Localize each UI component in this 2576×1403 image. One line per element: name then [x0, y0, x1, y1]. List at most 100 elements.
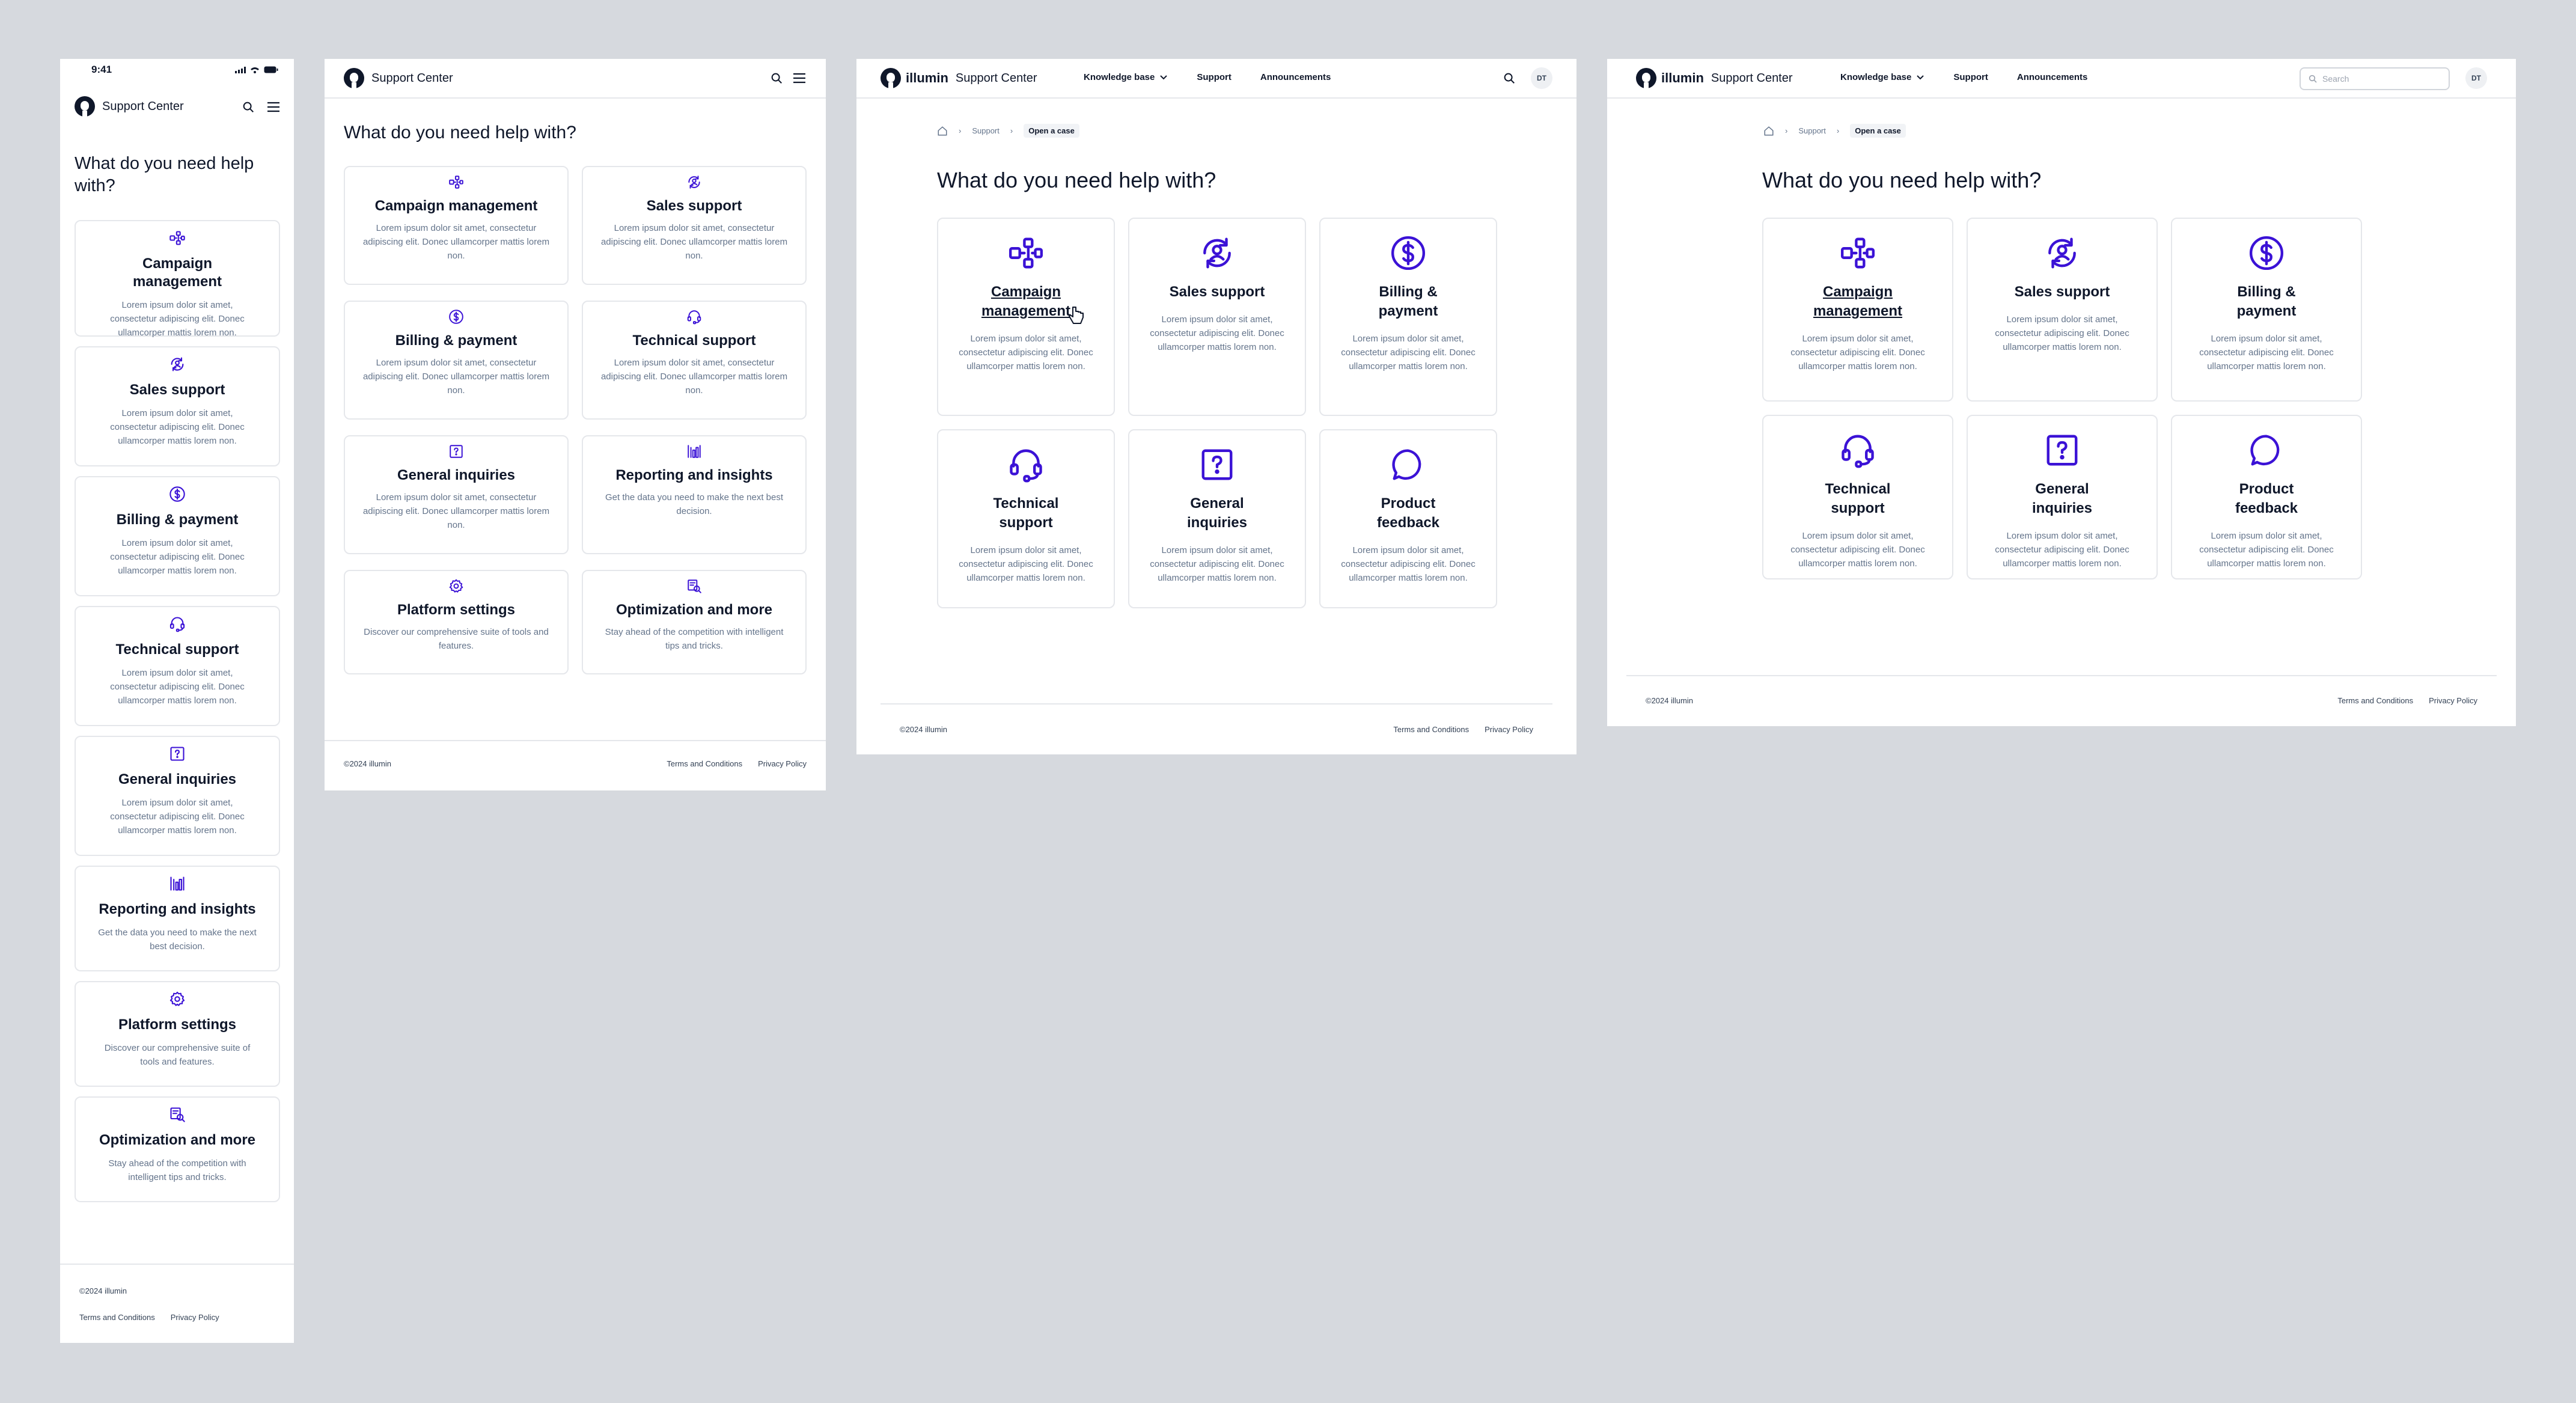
breadcrumb-support[interactable]: Support	[1798, 126, 1826, 135]
search-icon[interactable]	[241, 100, 255, 114]
headset-icon	[600, 309, 789, 325]
category-card[interactable]: Billing & payment Lorem ipsum dolor sit a…	[75, 476, 280, 596]
category-card[interactable]: Optimization and more Stay ahead of the c…	[582, 570, 807, 674]
footer-links: Terms and Conditions Privacy Policy	[1393, 725, 1533, 734]
category-card[interactable]: Billing & payment Lorem ipsum dolor sit a…	[2171, 218, 2362, 402]
category-card[interactable]: Sales support Lorem ipsum dolor sit amet,…	[1128, 218, 1306, 416]
category-card[interactable]: Campaign management Lorem ipsum dolor sit…	[75, 220, 280, 338]
category-title: Sales support	[646, 198, 742, 214]
category-description: Get the data you need to make the next b…	[605, 492, 784, 516]
category-title: Billing & payment	[1378, 284, 1438, 319]
terms-link[interactable]: Terms and Conditions	[667, 759, 742, 768]
headset-icon	[1778, 432, 1938, 469]
privacy-link[interactable]: Privacy Policy	[171, 1313, 219, 1322]
category-description: Lorem ipsum dolor sit amet, consectetur …	[1995, 314, 2129, 352]
app-name: Support Center	[1711, 71, 1793, 85]
brand-name: illumin	[1661, 70, 1704, 85]
nav-label: Knowledge base	[1840, 72, 1912, 82]
privacy-link[interactable]: Privacy Policy	[1485, 725, 1533, 734]
app-name: Support Center	[371, 71, 453, 85]
nav-support[interactable]: Support	[1953, 72, 1988, 82]
chevron-down-icon	[1160, 75, 1168, 79]
logo[interactable]: illumin Support Center	[1636, 68, 1793, 90]
dollar-icon	[97, 486, 257, 503]
breadcrumb-support[interactable]: Support	[972, 126, 1000, 135]
chart-icon	[97, 875, 257, 892]
category-description: Lorem ipsum dolor sit amet, consectetur …	[600, 223, 788, 261]
category-card[interactable]: Sales support Lorem ipsum dolor sit amet,…	[1967, 218, 2158, 402]
campaign-icon	[362, 174, 551, 190]
category-description: Lorem ipsum dolor sit amet, consectetur …	[1150, 314, 1284, 352]
category-title: Technical support	[632, 332, 756, 349]
search-icon[interactable]	[769, 71, 784, 85]
logo[interactable]: illumin Support Center	[881, 68, 1037, 90]
brand-name: illumin	[906, 70, 948, 85]
avatar[interactable]: DT	[1531, 67, 1552, 89]
tablet-frame: Support Center What do you need help wit…	[325, 59, 826, 790]
category-card[interactable]: Platform settings Discover our comprehens…	[75, 981, 280, 1087]
sales-support-icon	[1982, 234, 2142, 272]
nav-knowledge-base[interactable]: Knowledge base	[1840, 72, 1924, 82]
category-card[interactable]: Optimization and more Stay ahead of the c…	[75, 1096, 280, 1202]
headset-icon	[953, 446, 1099, 483]
category-description: Lorem ipsum dolor sit amet, consectetur …	[2199, 531, 2334, 569]
breadcrumb: › Support › Open a case	[1763, 124, 1906, 138]
search-placeholder: Search	[2322, 74, 2349, 84]
category-card[interactable]: Reporting and insights Get the data you n…	[75, 866, 280, 971]
nav-announcements[interactable]: Announcements	[1260, 72, 1331, 82]
category-title: General inquiries	[118, 771, 237, 787]
campaign-icon	[97, 230, 257, 246]
category-card[interactable]: General inquiries Lorem ipsum dolor sit a…	[1967, 415, 2158, 579]
category-card[interactable]: Billing & payment Lorem ipsum dolor sit a…	[1319, 218, 1497, 416]
search-input[interactable]: Search	[2300, 67, 2450, 90]
copyright: ©2024 illumin	[1646, 696, 1693, 705]
category-card[interactable]: General inquiries Lorem ipsum dolor sit a…	[344, 435, 569, 554]
category-description: Lorem ipsum dolor sit amet, consectetur …	[959, 334, 1093, 371]
category-card[interactable]: Technical support Lorem ipsum dolor sit a…	[937, 429, 1115, 608]
nav-label: Knowledge base	[1084, 72, 1155, 82]
privacy-link[interactable]: Privacy Policy	[2429, 696, 2477, 705]
category-card[interactable]: General inquiries Lorem ipsum dolor sit a…	[75, 736, 280, 856]
category-card[interactable]: General inquiries Lorem ipsum dolor sit a…	[1128, 429, 1306, 608]
category-description: Lorem ipsum dolor sit amet, consectetur …	[600, 358, 788, 396]
avatar[interactable]: DT	[2465, 67, 2487, 89]
category-card[interactable]: Technical support Lorem ipsum dolor sit a…	[75, 606, 280, 726]
search-icon[interactable]	[1502, 71, 1516, 85]
category-card[interactable]: Technical support Lorem ipsum dolor sit a…	[1762, 415, 1953, 579]
terms-link[interactable]: Terms and Conditions	[1393, 725, 1469, 734]
mobile-frame: 9:41 Support Center What do you need hel…	[60, 59, 294, 1343]
category-title: General inquiries	[1186, 495, 1248, 531]
logo[interactable]: Support Center	[75, 96, 184, 118]
category-description: Lorem ipsum dolor sit amet, consectetur …	[1790, 334, 1925, 371]
category-card[interactable]: Campaign management Lorem ipsum dolor sit…	[937, 218, 1115, 416]
privacy-link[interactable]: Privacy Policy	[758, 759, 807, 768]
category-card[interactable]: Campaign management Lorem ipsum dolor sit…	[1762, 218, 1953, 402]
category-description: Lorem ipsum dolor sit amet, consectetur …	[1341, 545, 1476, 583]
nav-knowledge-base[interactable]: Knowledge base	[1084, 72, 1168, 82]
category-card[interactable]: Platform settings Discover our comprehens…	[344, 570, 569, 674]
category-card[interactable]: Billing & payment Lorem ipsum dolor sit a…	[344, 301, 569, 420]
terms-link[interactable]: Terms and Conditions	[79, 1313, 155, 1322]
category-card[interactable]: Reporting and insights Get the data you n…	[582, 435, 807, 554]
category-card[interactable]: Product feedback Lorem ipsum dolor sit am…	[2171, 415, 2362, 579]
category-card[interactable]: Product feedback Lorem ipsum dolor sit am…	[1319, 429, 1497, 608]
logo[interactable]: Support Center	[344, 68, 453, 90]
category-title: Reporting and insights	[615, 467, 773, 483]
menu-icon[interactable]	[792, 71, 807, 85]
footer-links: Terms and Conditions Privacy Policy	[667, 759, 807, 768]
category-title: General inquiries	[397, 467, 516, 483]
category-description: Lorem ipsum dolor sit amet, consectetur …	[1790, 531, 1925, 569]
category-title: Billing & payment	[116, 512, 239, 528]
nav-support[interactable]: Support	[1197, 72, 1232, 82]
dollar-icon	[1335, 234, 1482, 272]
category-card[interactable]: Technical support Lorem ipsum dolor sit a…	[582, 301, 807, 420]
category-card[interactable]: Sales support Lorem ipsum dolor sit amet,…	[582, 166, 807, 285]
breadcrumb-separator: ›	[1836, 126, 1840, 135]
nav-announcements[interactable]: Announcements	[2017, 72, 2088, 82]
category-card[interactable]: Sales support Lorem ipsum dolor sit amet,…	[75, 346, 280, 466]
terms-link[interactable]: Terms and Conditions	[2337, 696, 2413, 705]
dollar-icon	[2187, 234, 2346, 272]
menu-icon[interactable]	[266, 100, 281, 114]
chat-bubble-icon	[1335, 446, 1482, 483]
category-card[interactable]: Campaign management Lorem ipsum dolor sit…	[344, 166, 569, 285]
